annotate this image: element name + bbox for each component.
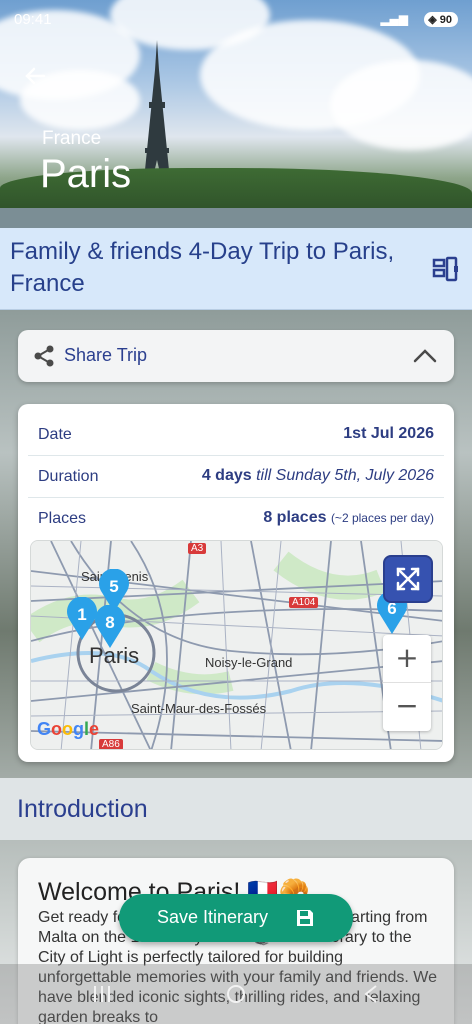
save-itinerary-button[interactable]: Save Itinerary xyxy=(119,894,353,942)
qr-code-button[interactable] xyxy=(432,256,460,282)
qr-code-icon xyxy=(432,256,458,282)
hero-image: 09:41 ▂▄▆ ◈ 90 France Paris xyxy=(0,0,472,228)
arrow-left-icon xyxy=(25,67,46,85)
battery-level: 90 xyxy=(439,14,452,26)
road-badge-a3: A3 xyxy=(188,543,207,554)
share-trip-label: Share Trip xyxy=(64,345,148,365)
map-pin-label: 5 xyxy=(109,577,119,596)
zoom-out-button[interactable]: − xyxy=(383,683,431,731)
recent-apps-icon xyxy=(94,986,110,1002)
hero-country: France xyxy=(42,128,102,149)
date-row: Date 1st Jul 2026 xyxy=(28,414,444,456)
expand-icon xyxy=(396,567,420,591)
places-label: Places xyxy=(38,510,87,527)
system-navigation-bar xyxy=(0,964,472,1024)
places-value: 8 places (~2 places per day) xyxy=(263,509,434,527)
map-pin-8[interactable]: 8 xyxy=(93,605,127,649)
trip-map[interactable]: A3 A104 A86 Saint-Denis Paris Noisy-le-G… xyxy=(30,540,443,750)
signal-icon: ▂▄▆ xyxy=(380,12,408,26)
places-rate: (~2 places per day) xyxy=(330,511,434,525)
battery-indicator: ◈ 90 xyxy=(424,12,458,27)
duration-value: 4 days till Sunday 5th, July 2026 xyxy=(202,467,434,485)
google-logo: Google xyxy=(37,719,100,739)
duration-row: Duration 4 days till Sunday 5th, July 20… xyxy=(28,456,444,498)
home-button[interactable] xyxy=(216,982,256,1006)
chevron-up-icon[interactable] xyxy=(412,346,438,366)
shield-icon: ◈ xyxy=(428,14,437,26)
map-pin-label: 8 xyxy=(105,613,115,632)
trip-title: Family & friends 4-Day Trip to Paris, Fr… xyxy=(10,238,395,297)
trip-title-bar: Family & friends 4-Day Trip to Paris, Fr… xyxy=(0,228,472,310)
date-label: Date xyxy=(38,426,72,443)
save-itinerary-label: Save Itinerary xyxy=(157,907,269,927)
map-label-saint-maur: Saint-Maur-des-Fossés xyxy=(131,701,267,716)
back-triangle-icon xyxy=(364,985,377,1003)
duration-till: till xyxy=(256,467,272,484)
back-button[interactable] xyxy=(22,62,50,90)
share-trip-panel[interactable]: Share Trip xyxy=(18,330,454,382)
date-value: 1st Jul 2026 xyxy=(343,425,434,442)
save-icon xyxy=(297,910,313,926)
recent-apps-button[interactable] xyxy=(82,982,122,1006)
system-back-button[interactable] xyxy=(350,982,390,1006)
status-bar: 09:41 ▂▄▆ ◈ 90 xyxy=(0,0,472,40)
home-icon xyxy=(227,985,245,1003)
hero-city: Paris xyxy=(40,152,132,196)
introduction-title: Introduction xyxy=(17,795,148,823)
fullscreen-map-button[interactable] xyxy=(383,555,433,603)
introduction-header: Introduction xyxy=(0,778,472,840)
duration-end: Sunday 5th, July 2026 xyxy=(275,467,434,484)
duration-days: 4 days xyxy=(201,467,252,484)
places-count: 8 places xyxy=(263,509,327,526)
status-time: 09:41 xyxy=(14,11,52,28)
road-badge-a104: A104 xyxy=(289,597,319,608)
places-row: Places 8 places (~2 places per day) xyxy=(28,498,444,540)
zoom-in-button[interactable]: + xyxy=(383,635,431,683)
zoom-controls: + − xyxy=(383,635,431,731)
road-badge-a86: A86 xyxy=(99,739,123,749)
duration-label: Duration xyxy=(38,468,99,485)
share-icon xyxy=(34,345,54,367)
map-label-noisy: Noisy-le-Grand xyxy=(205,655,293,670)
